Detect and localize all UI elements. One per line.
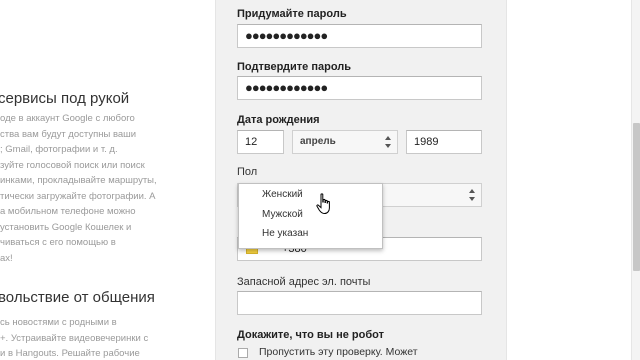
services-text-line: тически загружайте фотографии. А <box>0 190 156 202</box>
birth-month-select[interactable]: апрель <box>292 130 398 154</box>
page-scrollbar[interactable] <box>631 0 640 360</box>
communication-text-line: и в Hangouts. Решайте рабочие <box>0 348 140 359</box>
gender-option-female[interactable]: Женский <box>262 189 303 200</box>
birth-month-value: апрель <box>300 136 336 147</box>
birth-year-input[interactable]: 1989 <box>406 130 482 154</box>
backup-email-label: Запасной адрес эл. почты <box>237 276 371 288</box>
services-text: оде в аккаунт Google с любого ства вам б… <box>0 111 157 266</box>
confirm-password-label: Подтвердите пароль <box>237 61 352 73</box>
password-label: Придумайте пароль <box>237 8 347 20</box>
services-text-line: ; Gmail, фотографии и т. д. <box>0 144 118 155</box>
services-text-line: чиваться с его помощью в <box>0 237 116 248</box>
confirm-password-input[interactable]: ●●●●●●●●●●●● <box>237 76 482 100</box>
gender-label: Пол <box>237 166 258 178</box>
hand-pointer-icon <box>316 193 330 215</box>
services-text-line: оде в аккаунт Google с любого <box>0 113 135 124</box>
gender-dropdown-menu: Женский Мужской Не указан <box>238 183 383 249</box>
info-panel: сервисы под рукой оде в аккаунт Google с… <box>0 0 215 360</box>
scrollbar-thumb[interactable] <box>633 123 640 271</box>
communication-text-line: сь новостями с родными в <box>0 317 117 328</box>
communication-text-line: +. Устраивайте видеовечеринки с <box>0 332 149 344</box>
select-arrows-icon <box>469 189 475 201</box>
communication-heading: вольствие от общения <box>0 289 155 306</box>
gender-option-male[interactable]: Мужской <box>262 209 303 220</box>
skip-verification-checkbox[interactable] <box>238 348 248 358</box>
services-text-line: ства вам будут доступны ваши <box>0 128 137 140</box>
birth-date-label: Дата рождения <box>237 114 320 126</box>
gender-option-unspecified[interactable]: Не указан <box>262 228 308 239</box>
communication-text: сь новостями с родными в +. Устраивайте … <box>0 315 148 360</box>
select-arrows-icon <box>385 136 391 148</box>
services-text-line: установить Google Кошелек и <box>0 221 132 233</box>
skip-verification-label: Пропустить эту проверку. Может <box>259 346 418 358</box>
password-input[interactable]: ●●●●●●●●●●●● <box>237 24 482 48</box>
services-text-line: ах! <box>0 252 13 264</box>
services-text-line: инками, прокладывайте маршруты, <box>0 175 157 186</box>
birth-day-input[interactable]: 12 <box>237 130 284 154</box>
services-heading: сервисы под рукой <box>0 90 130 107</box>
captcha-label: Докажите, что вы не робот <box>237 329 384 341</box>
backup-email-input[interactable] <box>237 291 482 315</box>
services-text-line: а мобильном телефоне можно <box>0 206 136 217</box>
services-text-line: зуйте голосовой поиск или поиск <box>0 159 145 171</box>
